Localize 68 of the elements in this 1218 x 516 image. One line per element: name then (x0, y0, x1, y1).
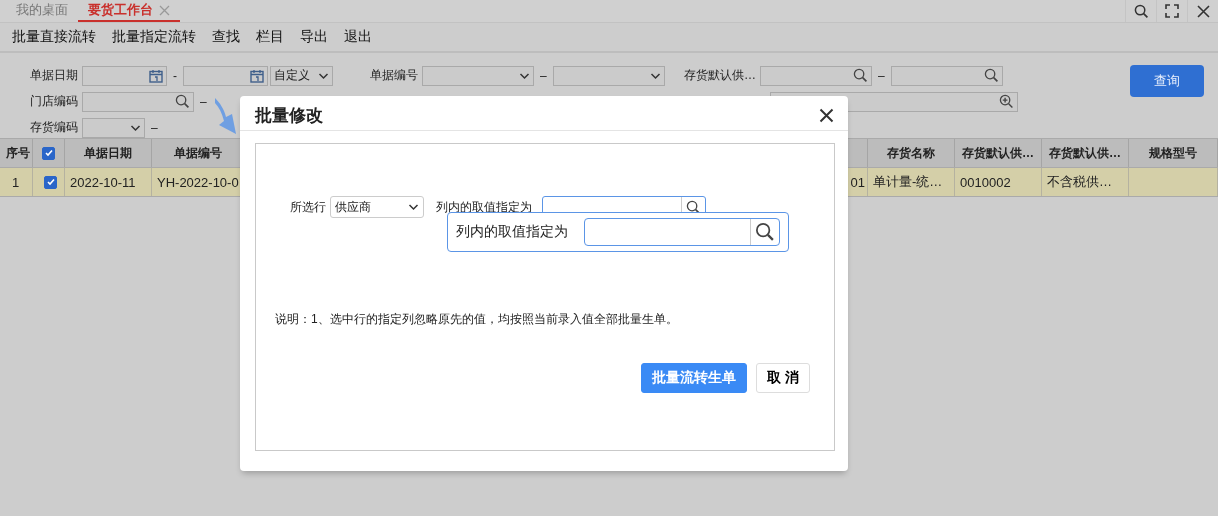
field-label: 单据日期 (29, 67, 78, 84)
close-icon[interactable] (819, 107, 834, 123)
field-label: 列内的取值指定为 (456, 223, 568, 241)
column-header: 存货默认供… (962, 144, 1034, 162)
search-icon[interactable] (755, 222, 775, 242)
toolbar-button[interactable]: 查找 (204, 28, 248, 46)
column-header: 单据日期 (84, 144, 132, 162)
calendar-icon[interactable] (250, 68, 264, 83)
search-icon[interactable] (175, 94, 190, 109)
table-cell: 1 (11, 174, 20, 190)
table-cell: 2022-10-11 (70, 174, 136, 190)
table-cell: 0010002 (960, 174, 1011, 190)
search-icon[interactable] (853, 68, 868, 83)
checkbox[interactable] (42, 146, 55, 160)
select-field[interactable] (552, 65, 665, 86)
close-icon[interactable] (1196, 4, 1210, 18)
column-header: 存货名称 (887, 144, 935, 162)
select-field[interactable] (422, 65, 534, 86)
toolbar-button[interactable]: 导出 (292, 28, 336, 46)
toolbar-button[interactable]: 栏目 (248, 28, 292, 46)
field-label: 所选行 (290, 198, 326, 216)
field-label: 存货默认供… (683, 67, 756, 84)
table-cell: 01 (850, 174, 865, 190)
note-text: 说明：1、选中行的指定列忽略原先的值，均按照当前录入值全部批量生单。 (275, 311, 679, 328)
select-field[interactable]: 供应商 (330, 196, 424, 218)
chevron-down-icon[interactable] (318, 71, 329, 80)
search-field[interactable] (584, 218, 780, 246)
field-label: 存货编码 (29, 119, 78, 136)
search-field[interactable] (760, 65, 872, 86)
cancel-button[interactable]: 取 消 (756, 363, 810, 393)
date-field[interactable] (183, 65, 268, 86)
field-label: 列内的取值指定为 (436, 198, 532, 216)
select-field[interactable] (82, 117, 145, 138)
chevron-down-icon[interactable] (408, 203, 419, 211)
range-separator: – (150, 120, 159, 135)
search-field[interactable] (890, 65, 1003, 86)
dialog-title: 批量修改 (255, 104, 323, 127)
chevron-down-icon[interactable] (649, 71, 661, 80)
range-separator: – (199, 94, 208, 109)
pointer-arrow (214, 97, 238, 135)
query-button[interactable]: 查询 (1130, 65, 1204, 97)
column-header: 存货默认供… (1049, 144, 1121, 162)
range-separator: – (539, 68, 548, 83)
search-icon[interactable] (686, 199, 701, 215)
search-field[interactable] (82, 91, 194, 112)
chevron-down-icon[interactable] (130, 123, 141, 132)
date-field[interactable] (82, 65, 167, 86)
checkbox[interactable] (44, 175, 57, 189)
search-icon[interactable] (1133, 3, 1149, 19)
table-cell: YH-2022-10-0 (157, 174, 239, 190)
search-plus-icon[interactable] (999, 94, 1014, 109)
search-icon[interactable] (983, 68, 999, 83)
column-header: 规格型号 (1149, 144, 1197, 162)
range-separator: – (877, 68, 886, 83)
chevron-down-icon[interactable] (519, 71, 530, 80)
field-label: 门店编码 (29, 93, 78, 110)
table-cell: 单计量-统… (873, 173, 943, 191)
column-header: 单据编号 (174, 144, 222, 162)
select-field[interactable]: 自定义 (270, 65, 333, 86)
field-label: 单据编号 (369, 67, 418, 84)
range-separator: - (172, 68, 178, 83)
toolbar-button[interactable]: 批量指定流转 (104, 28, 204, 46)
toolbar-button[interactable]: 退出 (336, 28, 380, 46)
fullscreen-icon[interactable] (1165, 4, 1179, 18)
table-cell: 不含税供… (1047, 173, 1112, 191)
calendar-icon[interactable] (149, 68, 163, 83)
toolbar-button[interactable]: 批量直接流转 (4, 28, 104, 46)
column-header: 序号 (6, 144, 30, 162)
